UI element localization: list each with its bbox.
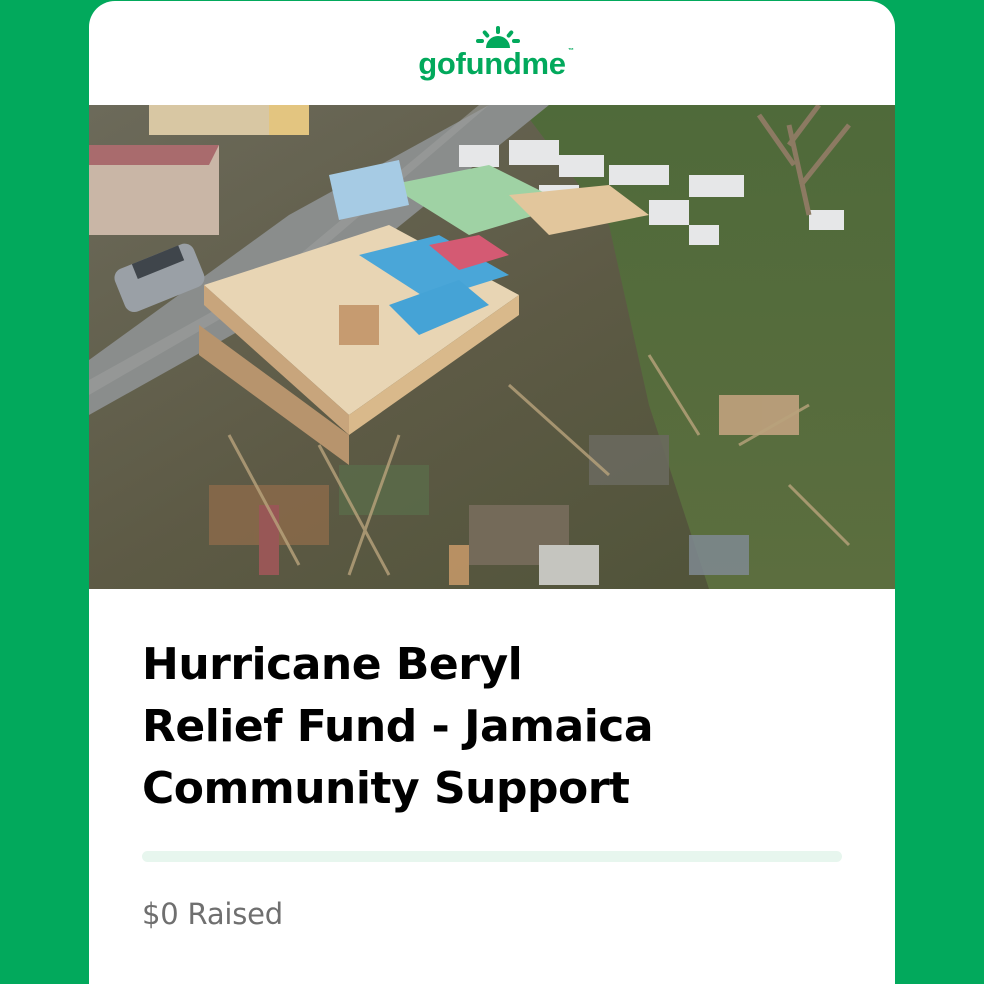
campaign-photo[interactable]	[89, 105, 895, 589]
title-line-1: Hurricane Beryl	[142, 639, 523, 690]
campaign-card[interactable]: gofundme ™ Hurricane Beryl Relief Fund -…	[89, 1, 895, 984]
gofundme-logo[interactable]: gofundme ™	[418, 26, 574, 82]
trademark-mark: ™	[568, 48, 574, 54]
header: gofundme ™	[89, 1, 895, 105]
title-line-2: Relief Fund - Jamaica	[142, 701, 654, 752]
hurricane-damage-image	[89, 105, 895, 589]
fundraising-progress-bar	[142, 851, 842, 862]
campaign-title[interactable]: Hurricane Beryl Relief Fund - Jamaica Co…	[142, 634, 822, 820]
amount-raised: $0 Raised	[142, 897, 284, 931]
title-line-3: Community Support	[142, 763, 630, 814]
sunrise-icon	[476, 26, 521, 48]
brand-name: gofundme	[418, 46, 566, 81]
